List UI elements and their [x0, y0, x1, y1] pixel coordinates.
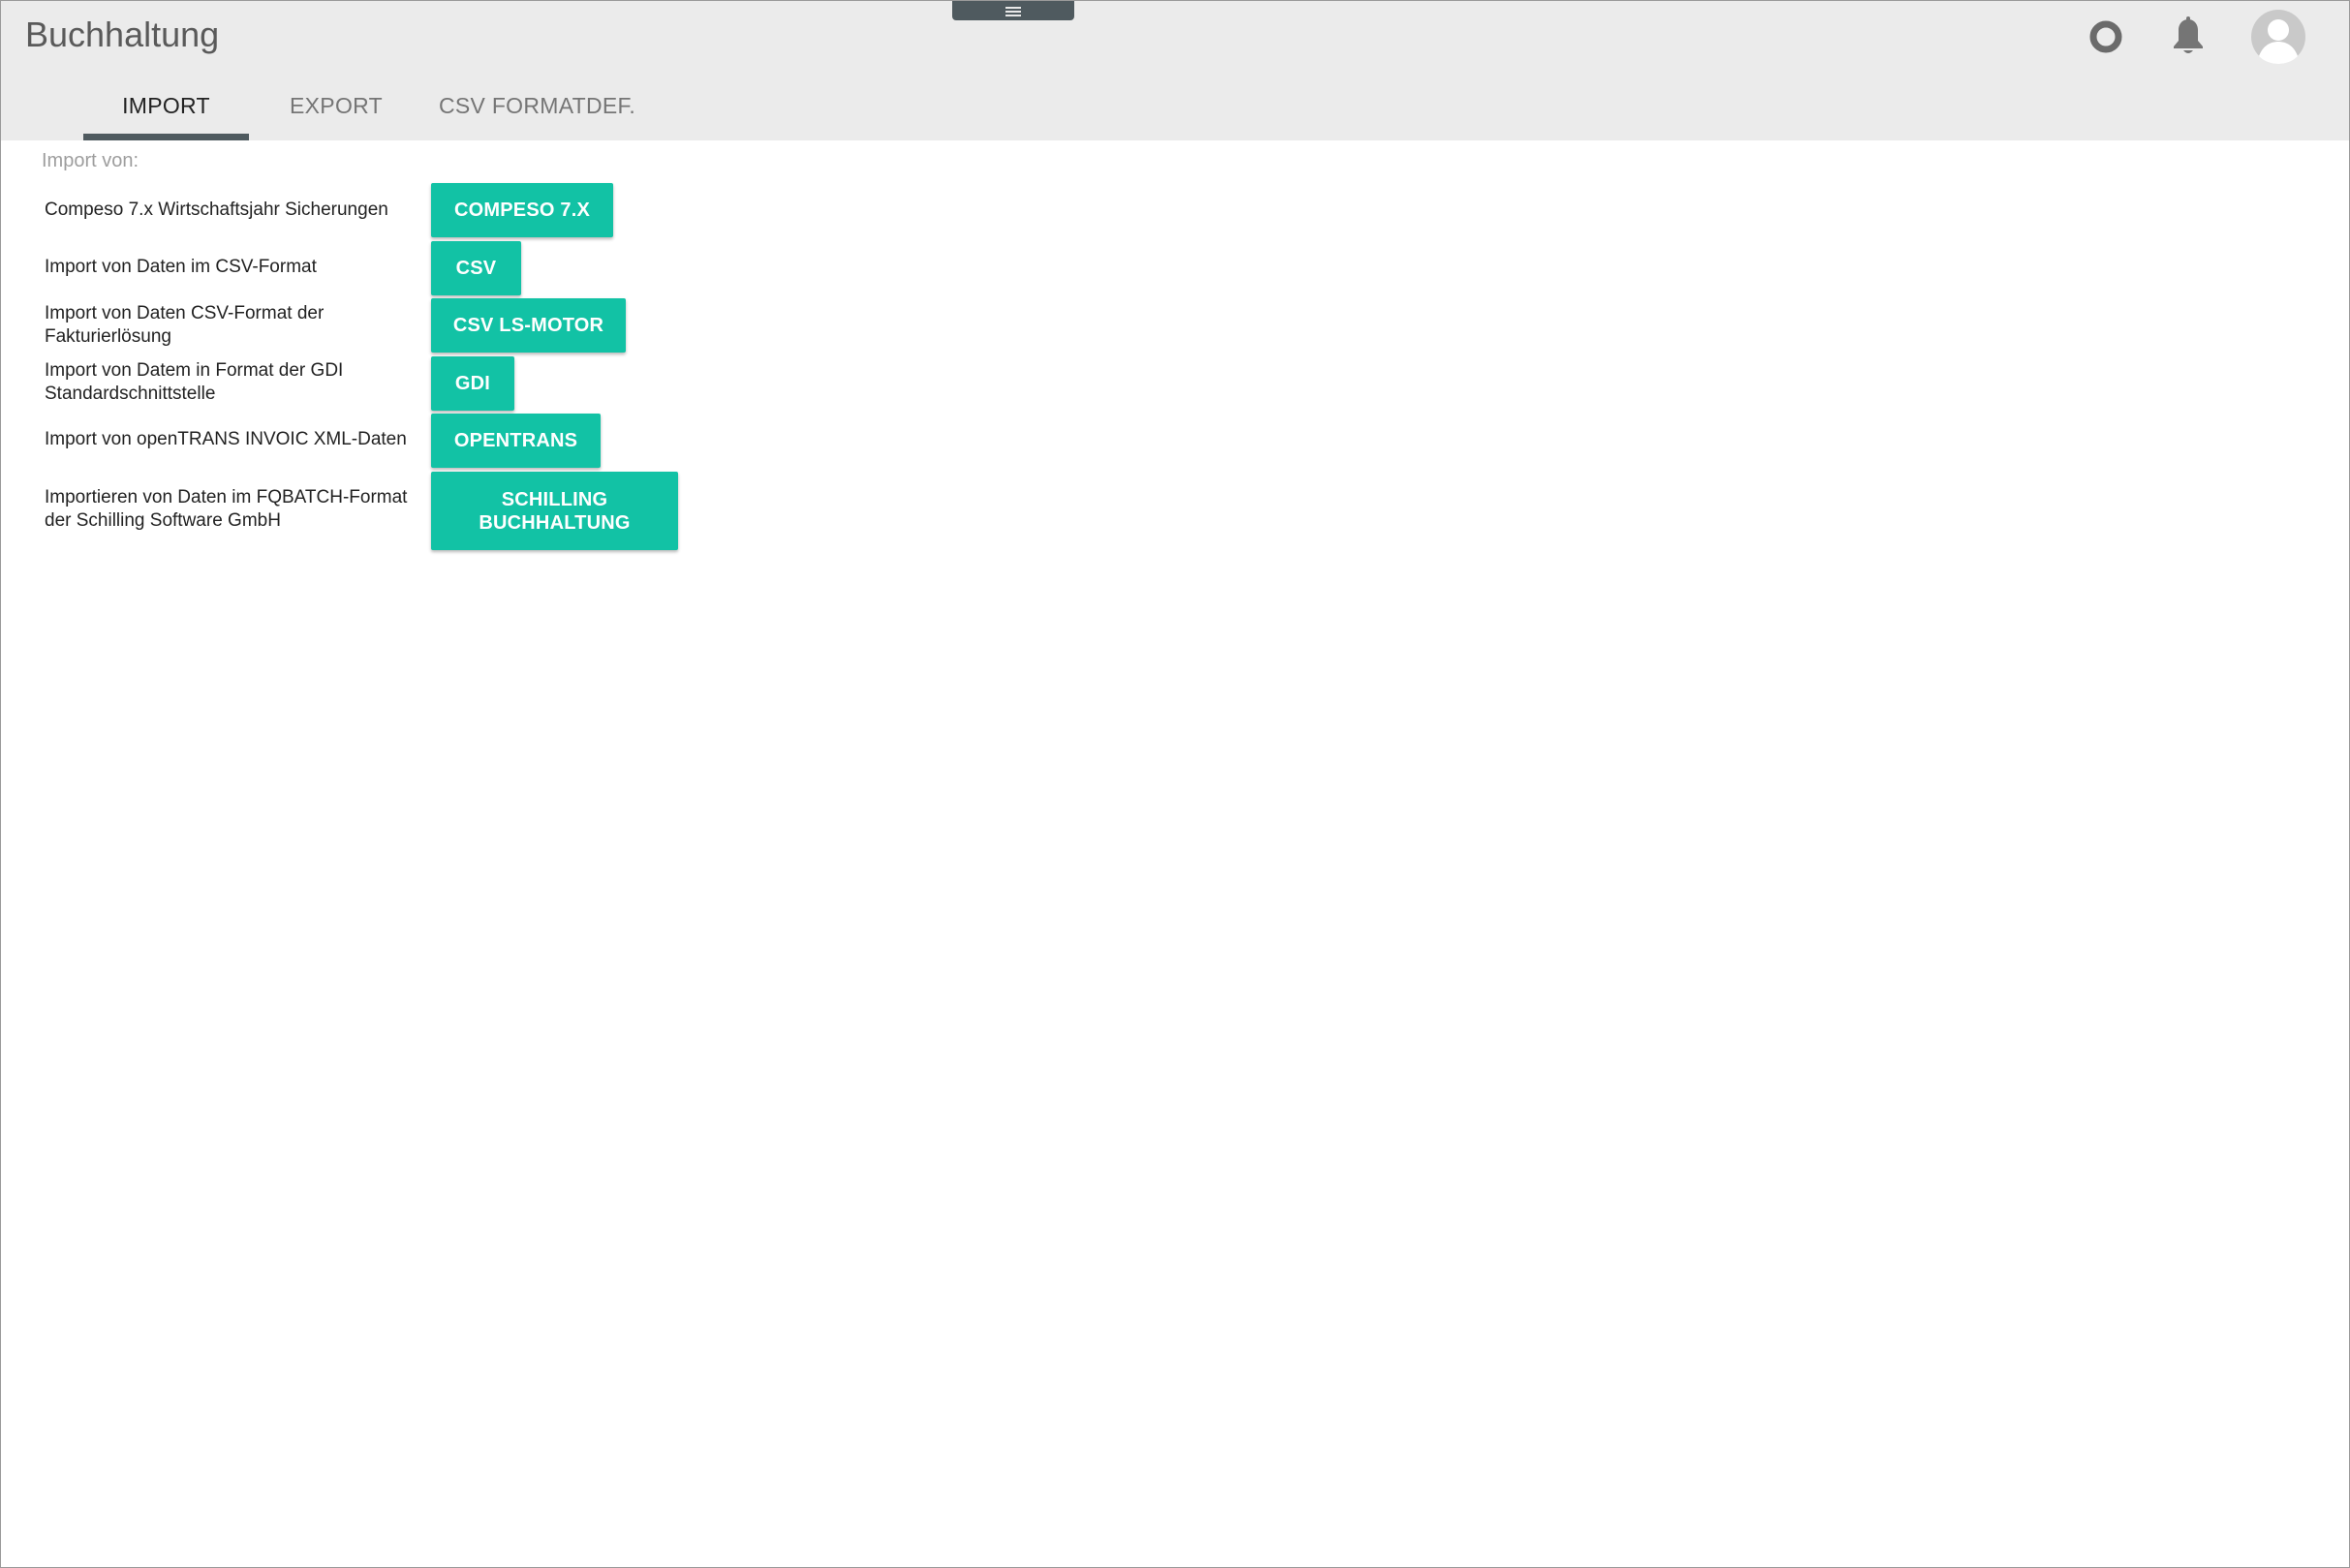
schilling-buchhaltung-button[interactable]: SCHILLING BUCHHALTUNG [431, 472, 678, 550]
import-description: Importieren von Daten im FQBATCH-Format … [45, 487, 408, 531]
app-header: Buchhaltung IMPORT EXPORT CSV FORMATDEF. [1, 1, 2349, 140]
import-description: Import von Daten CSV-Format der Fakturie… [45, 303, 325, 347]
user-avatar-icon[interactable] [2250, 9, 2306, 65]
hamburger-icon [1005, 6, 1021, 16]
opentrans-button[interactable]: OPENTRANS [431, 414, 601, 468]
compeso-button[interactable]: COMPESO 7.X [431, 183, 613, 237]
menu-toggle-button[interactable] [952, 1, 1074, 20]
import-description: Import von Datem in Format der GDI Stand… [45, 360, 344, 404]
csv-ls-motor-button[interactable]: CSV LS-MOTOR [431, 298, 626, 353]
gdi-button[interactable]: GDI [431, 356, 514, 411]
import-section-label: Import von: [42, 150, 139, 171]
bell-icon[interactable] [2164, 13, 2212, 61]
tab-import[interactable]: IMPORT [83, 86, 249, 140]
tab-label: IMPORT [122, 93, 210, 118]
status-circle-icon[interactable] [2082, 13, 2130, 61]
tab-label: EXPORT [290, 93, 383, 118]
csv-button[interactable]: CSV [431, 241, 521, 295]
tab-export[interactable]: EXPORT [249, 86, 423, 140]
tab-bar: IMPORT EXPORT CSV FORMATDEF. [83, 86, 651, 140]
import-description: Import von Daten im CSV-Format [45, 257, 317, 277]
import-description: Import von openTRANS INVOIC XML-Daten [45, 429, 407, 449]
import-description: Compeso 7.x Wirtschaftsjahr Sicherungen [45, 200, 388, 220]
tab-label: CSV FORMATDEF. [438, 93, 636, 118]
page-title: Buchhaltung [25, 15, 220, 54]
app-window [0, 0, 2350, 1568]
tab-csv-formatdef[interactable]: CSV FORMATDEF. [423, 86, 651, 140]
